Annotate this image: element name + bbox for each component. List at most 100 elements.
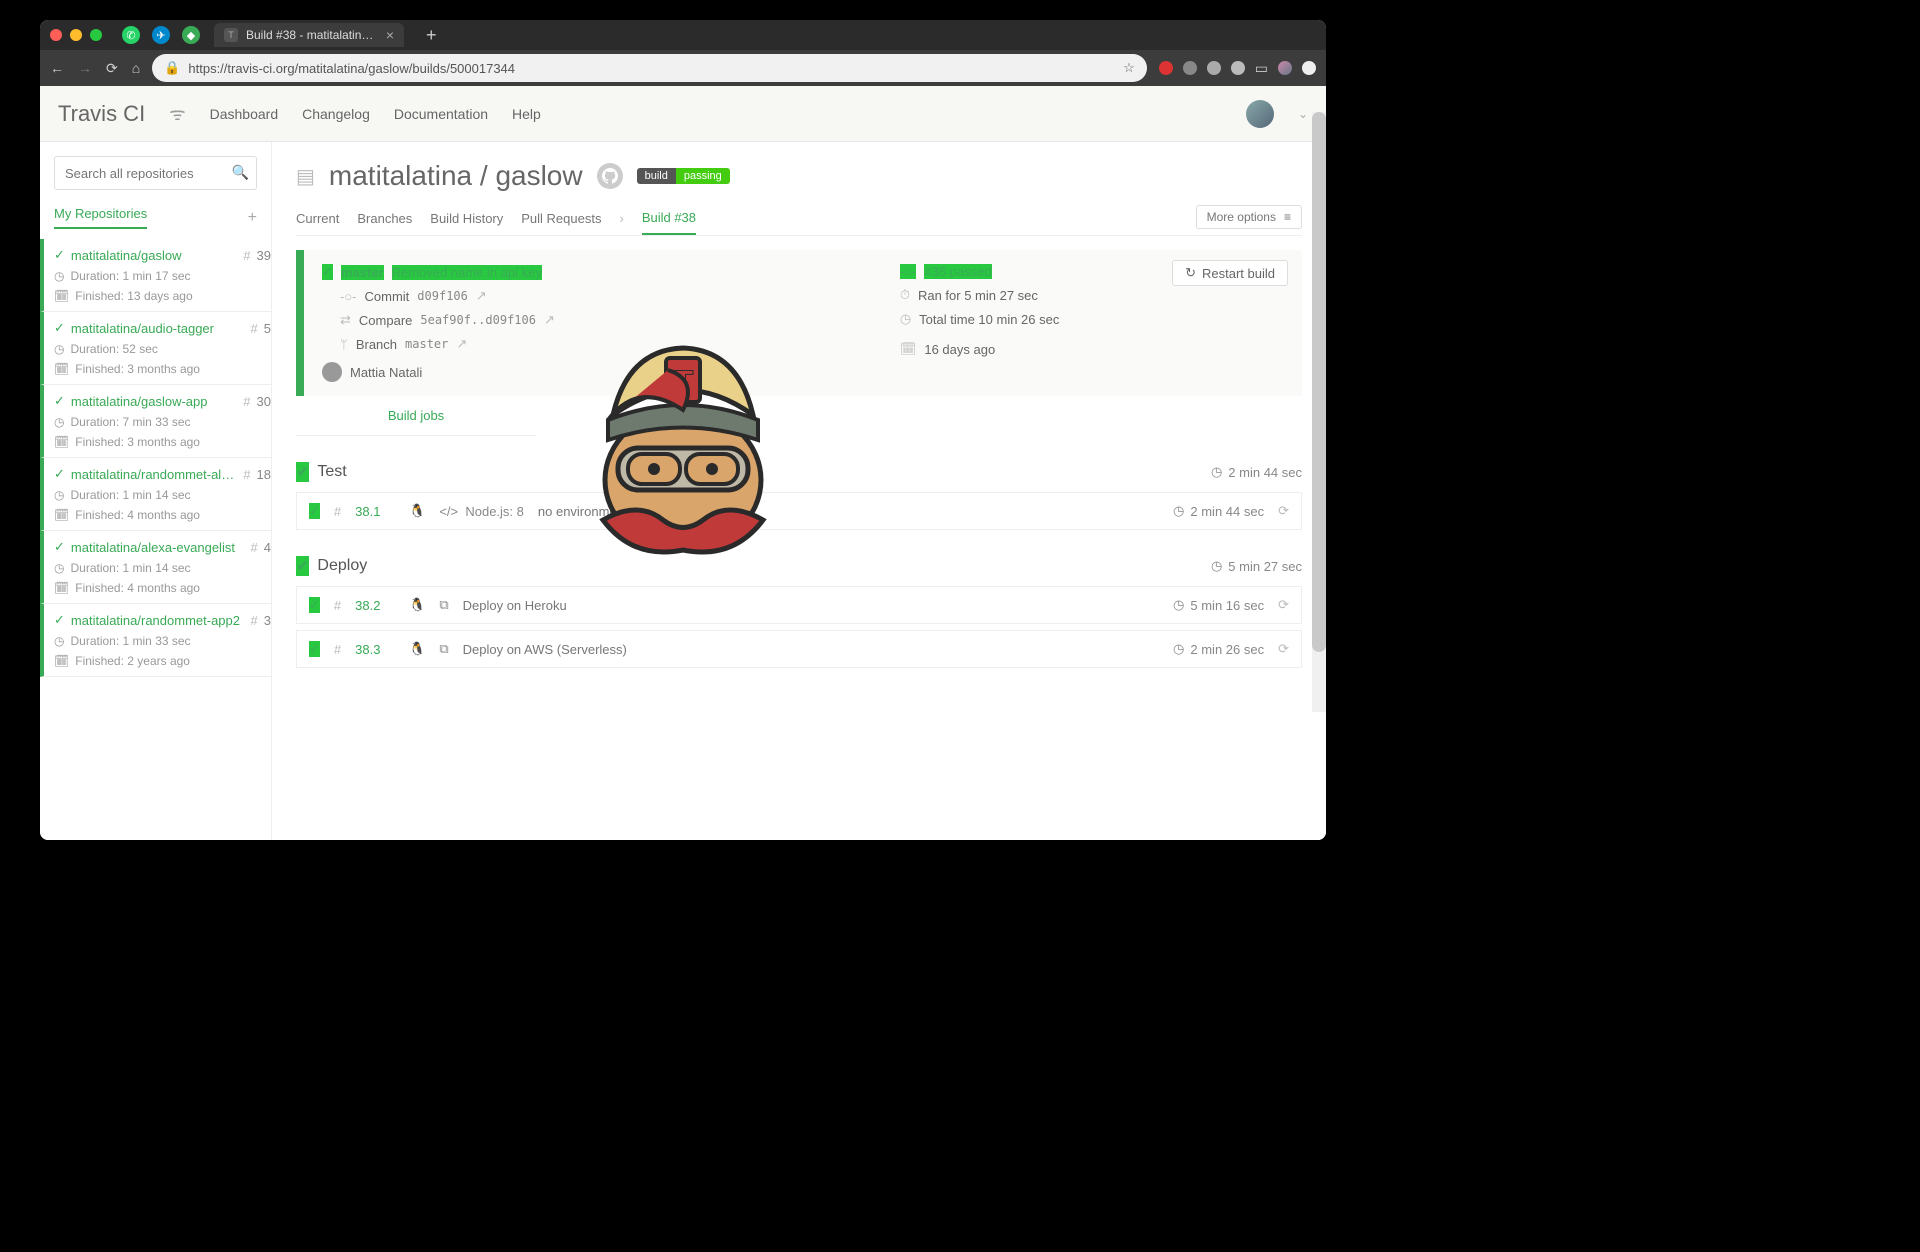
brand-logo[interactable]: Travis CI [58, 101, 145, 127]
job-restart-icon[interactable]: ⟳ [1278, 597, 1289, 613]
check-icon: ✓ [54, 320, 65, 336]
repo-build-number: 5 [264, 321, 271, 336]
hash-icon: # [243, 467, 250, 482]
repo-title[interactable]: matitalatina / gaslow [329, 160, 583, 192]
job-row[interactable]: ✓ # 38.1 🐧 </> Node.js: 8 no environment… [296, 492, 1302, 530]
compare-range[interactable]: 5eaf90f..d09f106 [420, 313, 536, 327]
bookmark-star-icon[interactable]: ☆ [1123, 60, 1135, 76]
hash-icon: # [243, 394, 250, 409]
github-icon[interactable] [597, 163, 623, 189]
pinned-tab-whatsapp[interactable]: ✆ [122, 26, 140, 44]
window-maximize[interactable] [90, 29, 102, 41]
new-tab-button[interactable]: + [426, 25, 437, 46]
external-link-icon[interactable]: ↗ [476, 288, 487, 304]
repo-item[interactable]: ✓matitalatina/alexa-evangelist#4 ◷Durati… [40, 531, 271, 604]
build-commit-message: Removed name in api key [392, 265, 542, 280]
repo-duration: Duration: 1 min 14 sec [70, 488, 190, 502]
stage-check-icon: ✔ [296, 462, 309, 482]
build-date: 16 days ago [924, 342, 995, 357]
linux-icon: 🐧 [409, 597, 425, 613]
sidebar-tab-myrepos[interactable]: My Repositories [54, 206, 147, 229]
tab-build-jobs[interactable]: Build jobs [296, 396, 536, 436]
compare-icon: ⇄ [340, 312, 351, 328]
nav-home-icon[interactable]: ⌂ [132, 60, 140, 77]
profile-avatar[interactable] [1278, 61, 1292, 75]
repo-item[interactable]: ✓matitalatina/gaslow-app#30 ◷Duration: 7… [40, 385, 271, 458]
restart-build-button[interactable]: ↻ Restart build [1172, 260, 1288, 286]
tab-pull-requests[interactable]: Pull Requests [521, 203, 601, 234]
total-time: Total time 10 min 26 sec [919, 312, 1059, 327]
job-time: 2 min 26 sec [1190, 642, 1264, 657]
nav-documentation[interactable]: Documentation [394, 106, 488, 122]
nav-dashboard[interactable]: Dashboard [210, 106, 279, 122]
build-branch[interactable]: master [341, 265, 384, 280]
sidebar-add-repo[interactable]: + [248, 209, 257, 227]
author-name[interactable]: Mattia Natali [350, 365, 422, 380]
browser-tab[interactable]: T Build #38 - matitalatina/gaslow × [214, 23, 404, 47]
repo-item[interactable]: ✓matitalatina/gaslow#39 ◷Duration: 1 min… [40, 239, 271, 312]
check-icon: ✓ [322, 264, 333, 280]
cast-icon[interactable]: ▭ [1255, 60, 1268, 77]
repo-finished: Finished: 3 months ago [75, 362, 200, 376]
job-language: </> Node.js: 8 [439, 504, 524, 519]
repo-item[interactable]: ✓matitalatina/randommet-alexa#18 ◷Durati… [40, 458, 271, 531]
build-status[interactable]: #38 passed [924, 264, 991, 279]
nav-changelog[interactable]: Changelog [302, 106, 370, 122]
tab-build-number[interactable]: Build #38 [642, 202, 696, 235]
more-options-button[interactable]: More options ≡ [1196, 205, 1302, 229]
window-minimize[interactable] [70, 29, 82, 41]
check-icon: ✓ [54, 539, 65, 555]
pinned-tab-telegram[interactable]: ✈ [152, 26, 170, 44]
user-menu-caret-icon[interactable]: ⌄ [1298, 107, 1308, 121]
job-time: 2 min 44 sec [1190, 504, 1264, 519]
nav-back-icon[interactable]: ← [50, 60, 64, 77]
check-icon: ✓ [54, 247, 65, 263]
repo-duration: Duration: 52 sec [70, 342, 157, 356]
search-input[interactable] [54, 156, 257, 190]
user-avatar[interactable] [1246, 100, 1274, 128]
linux-icon: 🐧 [409, 503, 425, 519]
job-restart-icon[interactable]: ⟳ [1278, 503, 1289, 519]
build-status-badge[interactable]: build passing [637, 168, 730, 184]
job-row[interactable]: ✓ # 38.2 🐧 ⧉ Deploy on Heroku ◷5 min 16 … [296, 586, 1302, 624]
job-row[interactable]: ✓ # 38.3 🐧 ⧉ Deploy on AWS (Serverless) … [296, 630, 1302, 668]
job-id: 38.2 [355, 598, 395, 613]
scrollbar-thumb[interactable] [1312, 112, 1326, 652]
extension-icon[interactable] [1231, 61, 1245, 75]
tab-close-icon[interactable]: × [386, 27, 394, 43]
nav-forward-icon[interactable]: → [78, 60, 92, 77]
job-time: 5 min 16 sec [1190, 598, 1264, 613]
extension-icon[interactable] [1207, 61, 1221, 75]
extension-icon[interactable] [1159, 61, 1173, 75]
pinned-tab-travis[interactable]: ◆ [182, 26, 200, 44]
nav-reload-icon[interactable]: ⟳ [106, 60, 118, 77]
calendar-icon: 🗓 [54, 654, 69, 668]
hash-icon: # [251, 321, 258, 336]
main-content: ▤ matitalatina / gaslow build passing Cu… [272, 142, 1326, 840]
commit-icon: -○- [340, 289, 357, 304]
stage-header: ✔Deploy ◷5 min 27 sec [296, 552, 1302, 580]
branch-name[interactable]: master [405, 337, 448, 351]
external-link-icon[interactable]: ↗ [544, 312, 555, 328]
restart-icon: ↻ [1185, 265, 1196, 281]
tab-title: Build #38 - matitalatina/gaslow [246, 28, 378, 42]
commit-sha[interactable]: d09f106 [417, 289, 468, 303]
menu-icon[interactable] [1302, 61, 1316, 75]
tab-build-history[interactable]: Build History [430, 203, 503, 234]
window-close[interactable] [50, 29, 62, 41]
nav-help[interactable]: Help [512, 106, 541, 122]
repo-item[interactable]: ✓matitalatina/randommet-app2#3 ◷Duration… [40, 604, 271, 677]
clock-icon: ◷ [1211, 464, 1222, 480]
tab-current[interactable]: Current [296, 203, 339, 234]
repo-name: matitalatina/gaslow-app [71, 394, 237, 409]
broadcast-icon[interactable]: ᯤ [169, 102, 185, 126]
job-restart-icon[interactable]: ⟳ [1278, 641, 1289, 657]
extension-icon[interactable] [1183, 61, 1197, 75]
tab-branches[interactable]: Branches [357, 203, 412, 234]
sidebar: 🔍 My Repositories + ✓matitalatina/gaslow… [40, 142, 272, 840]
url-bar[interactable]: 🔒 https://travis-ci.org/matitalatina/gas… [152, 54, 1147, 82]
external-link-icon[interactable]: ↗ [456, 336, 467, 352]
repo-item[interactable]: ✓matitalatina/audio-tagger#5 ◷Duration: … [40, 312, 271, 385]
commit-label: Commit [365, 289, 410, 304]
url-text: https://travis-ci.org/matitalatina/gaslo… [188, 61, 515, 76]
